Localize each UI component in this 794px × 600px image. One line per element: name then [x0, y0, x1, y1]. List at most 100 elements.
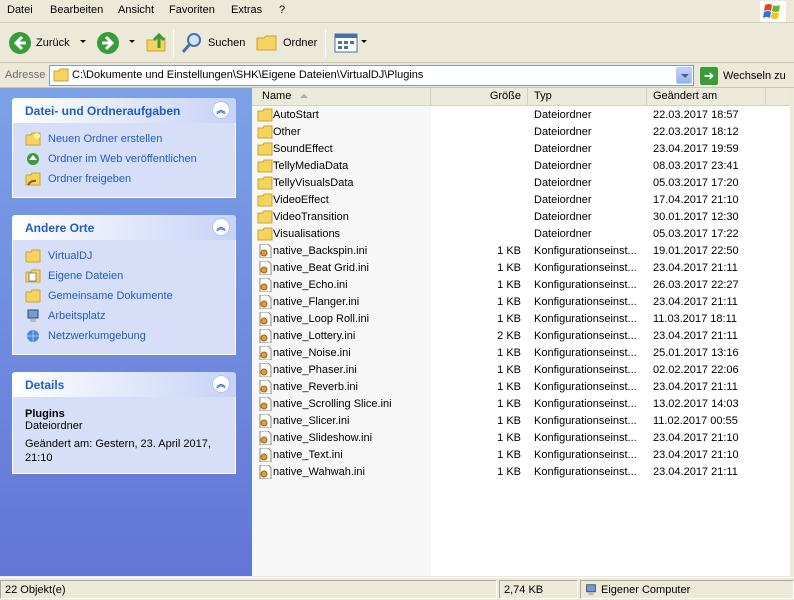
file-name: native_Flanger.ini	[273, 296, 360, 308]
file-type: Konfigurationseinst...	[534, 279, 637, 291]
file-rows: AutoStart Dateiordner 22.03.2017 18:57 Othe…	[252, 107, 790, 481]
file-type: Konfigurationseinst...	[534, 313, 637, 325]
shared-folder-icon	[25, 289, 41, 303]
address-dropdown-icon[interactable]	[676, 67, 692, 84]
place-label: Eigene Dateien	[48, 270, 124, 282]
table-row[interactable]: native_Loop Roll.ini 1 KB Konfigurationsei…	[252, 311, 790, 328]
column-label: Typ	[534, 90, 552, 102]
up-folder-button[interactable]	[145, 28, 169, 58]
panel-header[interactable]: Andere Orte ︽	[12, 215, 236, 240]
menu-ansicht[interactable]: Ansicht	[118, 4, 154, 16]
place-network[interactable]: Netzwerkumgebung	[25, 326, 235, 346]
file-name: native_Slideshow.ini	[273, 432, 373, 444]
table-row[interactable]: VideoTransition Dateiordner 30.01.2017 12:…	[252, 209, 790, 226]
table-row[interactable]: native_Text.ini 1 KB Konfigurationseinst..…	[252, 447, 790, 464]
views-button[interactable]	[334, 28, 358, 58]
file-tasks-panel: Datei- und Ordneraufgaben ︽ Neuen Ordner…	[12, 98, 236, 198]
table-row[interactable]: native_Beat Grid.ini 1 KB Konfigurationsei…	[252, 260, 790, 277]
file-name: native_Loop Roll.ini	[273, 313, 370, 325]
table-row[interactable]: native_Wahwah.ini 1 KB Konfigurationseinst…	[252, 464, 790, 481]
table-row[interactable]: native_Lottery.ini 2 KB Konfigurationseins…	[252, 328, 790, 345]
documents-icon	[25, 269, 41, 283]
table-row[interactable]: native_Echo.ini 1 KB Konfigurationseinst..…	[252, 277, 790, 294]
menu-extras[interactable]: Extras	[231, 4, 262, 16]
table-row[interactable]: native_Flanger.ini 1 KB Konfigurationseins…	[252, 294, 790, 311]
table-row[interactable]: Other Dateiordner 22.03.2017 18:12	[252, 124, 790, 141]
place-label: VirtualDJ	[48, 250, 93, 262]
folders-label: Ordner	[283, 37, 318, 49]
collapse-chevron-icon[interactable]: ︽	[212, 375, 230, 393]
config-file-icon	[259, 346, 272, 360]
menu-favoriten[interactable]: Favoriten	[169, 4, 215, 16]
toolbar: Zurück Suchen Ordner	[0, 24, 794, 63]
file-type: Konfigurationseinst...	[534, 398, 637, 410]
file-type: Konfigurationseinst...	[534, 330, 637, 342]
task-new-folder[interactable]: Neuen Ordner erstellen	[25, 129, 235, 149]
column-header-name[interactable]: Name	[252, 88, 431, 105]
table-row[interactable]: native_Scrolling Slice.ini 1 KB Konfigurat…	[252, 396, 790, 413]
forward-history-chevron-icon[interactable]	[129, 40, 135, 43]
file-name: native_Noise.ini	[273, 347, 351, 359]
table-row[interactable]: TellyMediaData Dateiordner 08.03.2017 23:4…	[252, 158, 790, 175]
views-chevron-icon[interactable]	[361, 40, 367, 43]
details-panel: Details ︽ Plugins Dateiordner Geändert a…	[12, 372, 236, 474]
table-row[interactable]: native_Phaser.ini 1 KB Konfigurationseinst…	[252, 362, 790, 379]
file-modified: 23.04.2017 21:11	[653, 330, 738, 342]
forward-button[interactable]	[96, 28, 120, 58]
table-row[interactable]: native_Backspin.ini 1 KB Konfigurationsein…	[252, 243, 790, 260]
file-name: TellyMediaData	[273, 160, 349, 172]
file-list: Name Größe Typ Geändert am AutoStart Date…	[252, 88, 790, 576]
collapse-chevron-icon[interactable]: ︽	[212, 218, 230, 236]
address-label: Adresse	[5, 69, 46, 81]
column-header-modified[interactable]: Geändert am	[647, 88, 766, 105]
menu-bearbeiten[interactable]: Bearbeiten	[50, 4, 103, 16]
status-location-label: Eigener Computer	[601, 584, 691, 596]
file-modified: 30.01.2017 12:30	[653, 211, 739, 223]
address-bar: Adresse C:\Dokumente und Einstellungen\S…	[0, 64, 794, 88]
task-share-folder[interactable]: Ordner freigeben	[25, 169, 235, 189]
menu-datei[interactable]: Datei	[7, 4, 33, 16]
place-my-documents[interactable]: Eigene Dateien	[25, 266, 235, 286]
menu-help[interactable]: ?	[279, 4, 285, 16]
place-shared-documents[interactable]: Gemeinsame Dokumente	[25, 286, 235, 306]
panel-header[interactable]: Details ︽	[12, 372, 236, 397]
collapse-chevron-icon[interactable]: ︽	[212, 101, 230, 119]
address-field[interactable]: C:\Dokumente und Einstellungen\SHK\Eigen…	[49, 65, 694, 86]
place-virtualdj[interactable]: VirtualDJ	[25, 246, 235, 266]
table-row[interactable]: TellyVisualsData Dateiordner 05.03.2017 17…	[252, 175, 790, 192]
place-my-computer[interactable]: Arbeitsplatz	[25, 306, 235, 326]
folders-button[interactable]: Ordner	[255, 28, 317, 58]
table-row[interactable]: native_Noise.ini 1 KB Konfigurationseinst.…	[252, 345, 790, 362]
file-type: Konfigurationseinst...	[534, 347, 637, 359]
table-row[interactable]: VideoEffect Dateiordner 17.04.2017 21:10	[252, 192, 790, 209]
place-label: Arbeitsplatz	[48, 310, 106, 322]
config-file-icon	[259, 431, 272, 445]
back-history-chevron-icon[interactable]	[80, 40, 86, 43]
file-modified: 26.03.2017 22:27	[653, 279, 739, 291]
file-type: Dateiordner	[534, 211, 592, 223]
table-row[interactable]: SoundEffect Dateiordner 23.04.2017 19:59	[252, 141, 790, 158]
file-name: TellyVisualsData	[273, 177, 354, 189]
table-row[interactable]: native_Slideshow.ini 1 KB Konfigurationsei…	[252, 430, 790, 447]
file-type: Konfigurationseinst...	[534, 432, 637, 444]
table-row[interactable]: AutoStart Dateiordner 22.03.2017 18:57	[252, 107, 790, 124]
column-header-type[interactable]: Typ	[528, 88, 647, 105]
table-row[interactable]: native_Slicer.ini 1 KB Konfigurationseinst…	[252, 413, 790, 430]
file-name: SoundEffect	[273, 143, 333, 155]
file-modified: 23.04.2017 21:11	[653, 381, 738, 393]
status-bar: 22 Objekt(e) 2,74 KB Eigener Computer	[0, 577, 794, 600]
file-size: 1 KB	[497, 364, 521, 376]
file-type: Dateiordner	[534, 143, 592, 155]
column-header-size[interactable]: Größe	[431, 88, 528, 105]
search-button[interactable]: Suchen	[180, 28, 245, 58]
status-location: Eigener Computer	[580, 580, 794, 599]
table-row[interactable]: native_Reverb.ini 1 KB Konfigurationseinst…	[252, 379, 790, 396]
status-object-count: 22 Objekt(e)	[0, 580, 497, 599]
go-button[interactable]: ➜ Wechseln zu	[700, 66, 786, 86]
config-file-icon	[259, 295, 272, 309]
table-row[interactable]: Visualisations Dateiordner 05.03.2017 17:2…	[252, 226, 790, 243]
config-file-icon	[259, 329, 272, 343]
back-button[interactable]: Zurück	[8, 28, 70, 58]
task-publish-web[interactable]: Ordner im Web veröffentlichen	[25, 149, 235, 169]
panel-header[interactable]: Datei- und Ordneraufgaben ︽	[12, 98, 236, 123]
